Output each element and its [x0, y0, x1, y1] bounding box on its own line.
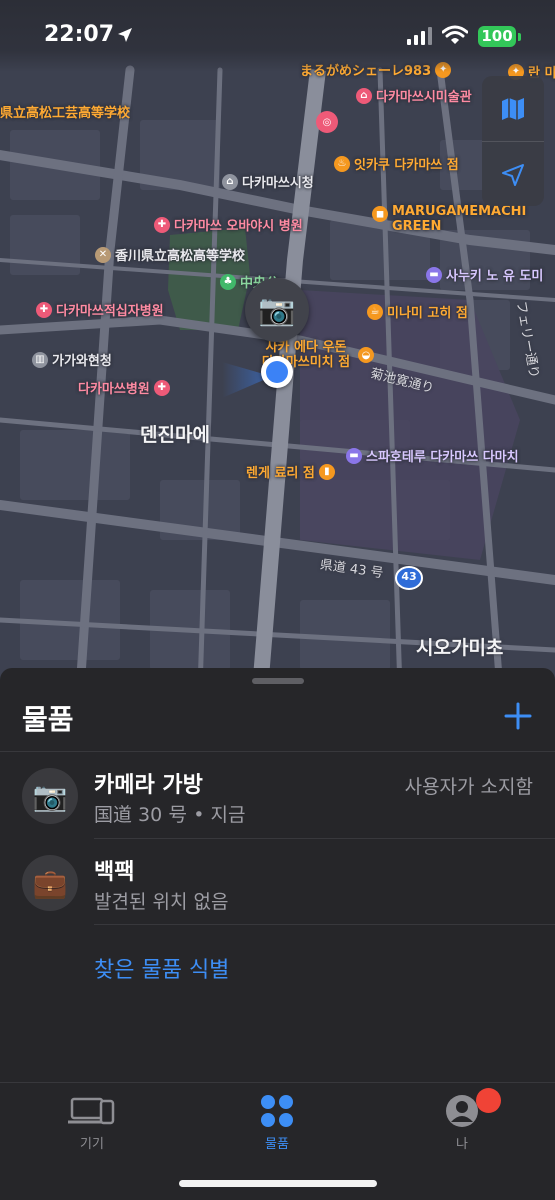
person-icon	[402, 1093, 522, 1129]
poi-school-left[interactable]: 県立高松工芸高等学校	[0, 102, 130, 121]
camera-icon: 📷	[22, 768, 78, 824]
cup-icon: ☕	[367, 303, 383, 320]
poi-red-cross[interactable]: ✚ 다카마쓰적십자병원	[36, 300, 164, 319]
tree-icon: ♣	[220, 273, 236, 290]
drink-icon: ▮	[318, 463, 335, 480]
plus-icon	[504, 702, 532, 730]
user-location-dot	[261, 356, 293, 388]
wifi-icon	[442, 25, 468, 44]
camera-icon: 📷	[258, 292, 296, 328]
sheet-grabber[interactable]	[252, 678, 304, 684]
map-controls	[482, 76, 544, 206]
item-status: 사용자가 소지함	[404, 776, 533, 798]
status-time: 22:07	[44, 22, 115, 47]
poi-sanuki-hotel[interactable]: ▬ 사누키 노 유 도미	[426, 265, 543, 284]
cellular-signal-icon	[407, 27, 432, 45]
items-icon	[217, 1093, 337, 1129]
map-icon	[502, 97, 524, 120]
locate-me-button[interactable]	[482, 142, 544, 207]
fork-knife-icon: ♨	[334, 155, 350, 172]
poi-restaurant-ikkaku[interactable]: ♨ 잇카쿠 다카마쓰 점	[334, 154, 459, 173]
poi-minami-tea[interactable]: ☕ 미나미 고히 점	[367, 302, 468, 321]
poi-museum[interactable]: ⌂ 다카마쓰시미술관	[356, 86, 472, 105]
government-icon: ▥	[32, 351, 48, 368]
bed-icon: ▬	[346, 447, 362, 464]
status-bar: 22:07 100	[0, 0, 555, 72]
area-denjinmae: 덴진마에	[140, 424, 210, 446]
bowl-icon: ◒	[358, 347, 374, 363]
home-indicator	[179, 1180, 377, 1187]
tab-devices[interactable]: 기기	[32, 1083, 152, 1163]
poi-marugame-green[interactable]: ◼ MARUGAMEMACHI GREEN	[372, 204, 552, 234]
item-location: 国道 30 号 • 지금	[94, 804, 246, 826]
identify-found-item-link[interactable]: 찾은 물품 식별	[94, 952, 229, 984]
notification-badge	[476, 1088, 501, 1113]
hospital-icon: ✚	[154, 216, 170, 233]
location-services-icon	[118, 28, 132, 42]
battery-nub	[518, 33, 521, 41]
list-item-camera-bag[interactable]: 📷 카메라 가방 国道 30 号 • 지금 사용자가 소지함	[0, 752, 555, 838]
route-shield-label: 43	[401, 570, 417, 583]
map-view[interactable]: 43 まるがめシェーレ983 ✦ ⌂ 다카마쓰시미술관 県立高松工芸高等学校 ◎…	[0, 0, 555, 690]
hospital-icon: ✚	[36, 301, 52, 318]
location-arrow-icon	[502, 163, 524, 186]
briefcase-icon: 💼	[22, 855, 78, 911]
shopping-bag-icon: ◼	[372, 206, 388, 222]
tab-me[interactable]: 나	[402, 1083, 522, 1163]
devices-icon	[32, 1093, 152, 1129]
item-location: 발견된 위치 없음	[94, 891, 229, 913]
tab-label: 물품	[265, 1137, 289, 1152]
item-name: 백팩	[94, 860, 135, 885]
poi-takamatsu-hospital[interactable]: 다카마쓰병원 ✚	[78, 378, 170, 397]
hospital-icon: ✚	[153, 379, 170, 396]
battery-indicator: 100	[478, 26, 516, 47]
poi-city-hall[interactable]: ⌂ 다카마쓰시청	[222, 172, 314, 191]
poi-high-school[interactable]: ✕ 香川県立高松高等学校	[95, 245, 245, 264]
tab-label: 나	[456, 1137, 468, 1152]
sheet-title: 물품	[22, 703, 74, 736]
bed-icon: ▬	[426, 266, 442, 283]
location-pin-icon: ◎	[316, 111, 338, 133]
add-item-button[interactable]	[500, 698, 536, 734]
poi-kagawa-hall[interactable]: ▥ 가가와현청	[32, 350, 112, 369]
city-hall-icon: ⌂	[222, 173, 238, 190]
poi-red-pin[interactable]: ◎	[316, 111, 338, 133]
list-item-backpack[interactable]: 💼 백팩 발견된 위치 없음	[0, 839, 555, 925]
camera-item-pin[interactable]: 📷	[245, 278, 309, 342]
school-icon: ✕	[95, 246, 111, 263]
item-name: 카메라 가방	[94, 773, 203, 798]
poi-renge[interactable]: 렌게 료리 점 ▮	[246, 462, 335, 481]
map-mode-button[interactable]	[482, 76, 544, 141]
tab-label: 기기	[80, 1137, 104, 1152]
museum-icon: ⌂	[356, 87, 372, 104]
tab-items[interactable]: 물품	[217, 1083, 337, 1163]
poi-spa-hotel[interactable]: ▬ 스파호테루 다카마쓰 다마치	[346, 446, 519, 465]
divider	[94, 924, 555, 925]
area-shiogamicho: 시오가미초	[416, 637, 504, 659]
poi-hospital-ohbayashi[interactable]: ✚ 다카마쓰 오바야시 병원	[154, 215, 303, 234]
